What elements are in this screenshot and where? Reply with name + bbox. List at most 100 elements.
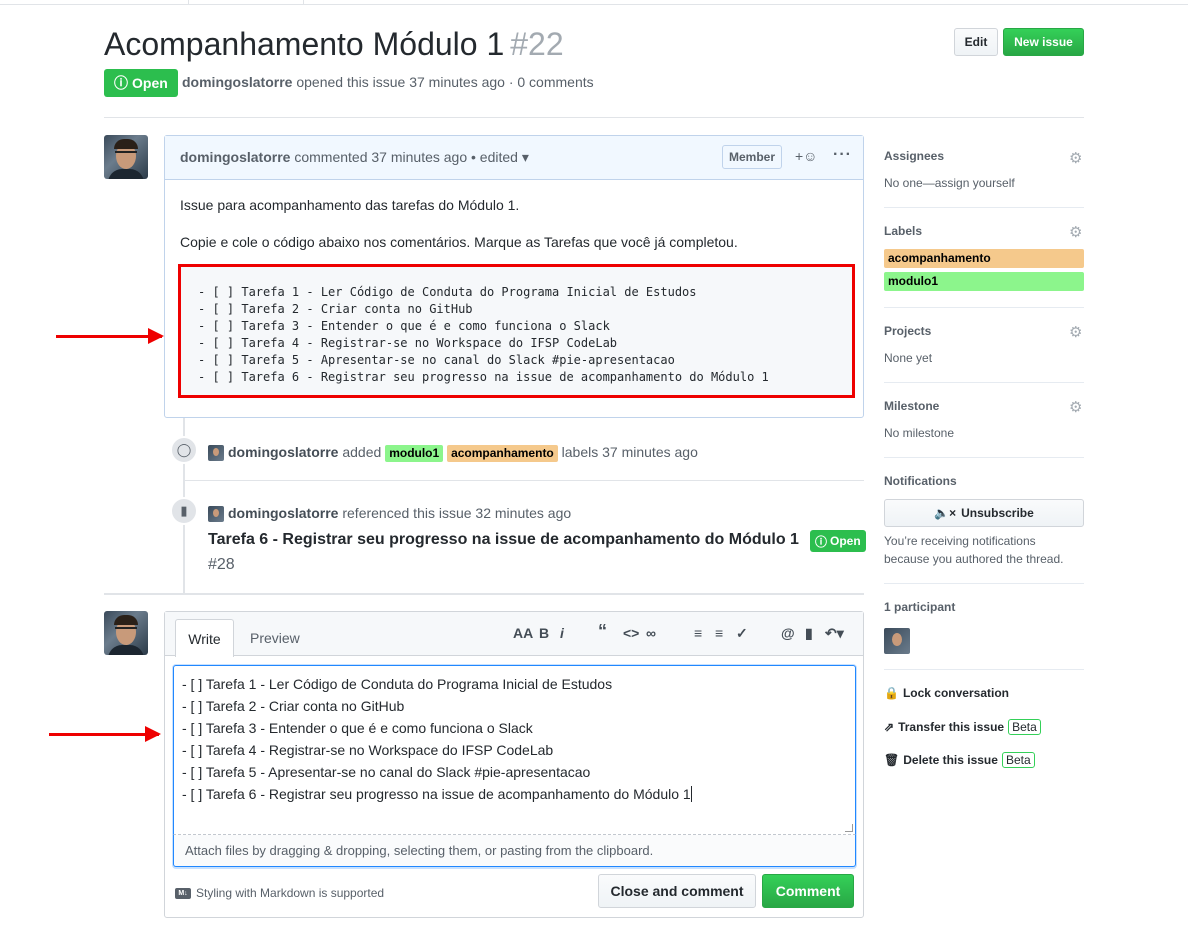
comment-author[interactable]: domingoslatorre: [180, 149, 290, 165]
new-issue-button[interactable]: New issue: [1003, 28, 1084, 56]
avatar[interactable]: [208, 506, 224, 522]
tag-icon: ◯: [170, 436, 198, 464]
avatar[interactable]: [208, 445, 224, 461]
participant-avatar[interactable]: [884, 628, 910, 654]
beta-badge: Beta: [1008, 719, 1041, 735]
participants-heading: 1 participant: [884, 600, 956, 614]
comment-button[interactable]: Comment: [762, 874, 854, 908]
assignees-heading[interactable]: Assignees: [884, 149, 944, 163]
label-modulo1[interactable]: modulo1: [385, 445, 444, 462]
quote-icon[interactable]: “: [598, 621, 607, 642]
sidebar-divider: [884, 457, 1084, 458]
labels-event: domingoslatorre added modulo1 acompanham…: [228, 444, 698, 462]
code-line: - [ ] Tarefa 1 - Ler Código de Conduta d…: [198, 285, 697, 299]
comment-paragraph: Issue para acompanhamento das tarefas do…: [180, 197, 520, 213]
tab-preview[interactable]: Preview: [250, 630, 300, 646]
textarea-line: - [ ] Tarefa 1 - Ler Código de Conduta d…: [182, 676, 613, 692]
chevron-down-icon[interactable]: ▾: [522, 149, 529, 165]
bold-icon[interactable]: B: [539, 625, 549, 641]
gear-icon[interactable]: ⚙: [1069, 149, 1082, 167]
referenced-issue-number[interactable]: #28: [208, 556, 235, 574]
timeline-divider: [184, 480, 864, 481]
referenced-issue-title[interactable]: Tarefa 6 - Registrar seu progresso na is…: [208, 531, 799, 549]
red-arrow-annotation: [56, 328, 164, 344]
unsubscribe-button[interactable]: 🔈× Unsubscribe: [884, 499, 1084, 527]
issue-title: Acompanhamento Módulo 1 #22: [104, 26, 564, 62]
code-line: - [ ] Tarefa 2 - Criar conta no GitHub: [198, 302, 473, 316]
unordered-list-icon[interactable]: ≡: [694, 625, 702, 641]
header-text-icon[interactable]: AA: [513, 625, 533, 641]
top-border: [0, 4, 1188, 5]
issue-opened-icon: ⓘ: [114, 75, 128, 91]
gear-icon[interactable]: ⚙: [1069, 223, 1082, 241]
gear-icon[interactable]: ⚙: [1069, 323, 1082, 341]
code-icon[interactable]: <>: [623, 625, 639, 641]
more-options-icon[interactable]: ···: [833, 146, 852, 164]
referenced-issue-state: ⓘ Open: [810, 530, 866, 552]
issue-number: #22: [510, 26, 564, 62]
text-caret: [690, 786, 692, 802]
member-badge: Member: [722, 145, 783, 169]
sidebar-divider: [884, 307, 1084, 308]
reference-event: domingoslatorre referenced this issue 32…: [228, 505, 572, 521]
event-author[interactable]: domingoslatorre: [228, 444, 338, 460]
header-divider: [104, 117, 1084, 118]
milestone-value: No milestone: [884, 426, 955, 440]
sidebar-divider: [884, 669, 1084, 670]
comment-textarea[interactable]: - [ ] Tarefa 1 - Ler Código de Conduta d…: [173, 665, 856, 835]
label-acompanhamento[interactable]: acompanhamento: [447, 445, 558, 462]
tab-write[interactable]: Write: [175, 619, 234, 657]
italic-icon[interactable]: i: [560, 625, 564, 641]
code-line: - [ ] Tarefa 6 - Registrar seu progresso…: [198, 370, 769, 384]
sidebar-label-acompanhamento[interactable]: acompanhamento: [884, 249, 1084, 268]
task-list-icon[interactable]: ✓: [736, 625, 748, 642]
transfer-icon: ⇗: [884, 720, 895, 734]
comment-paragraph: Copie e cole o código abaixo nos comentá…: [180, 234, 738, 250]
ordered-list-icon[interactable]: ≡: [715, 625, 723, 641]
trash-icon: 🗑: [884, 753, 900, 767]
repo-tab-fragment[interactable]: [188, 0, 304, 5]
markdown-icon: M↓: [175, 887, 191, 899]
issue-opened-icon: ⓘ: [815, 534, 828, 549]
lock-conversation-link[interactable]: 🔒 Lock conversation: [884, 686, 1009, 700]
textarea-line-last: - [ ] Tarefa 6 - Registrar seu progresso…: [182, 786, 692, 802]
close-and-comment-button[interactable]: Close and comment: [598, 874, 756, 908]
issue-comment: domingoslatorre commented 37 minutes ago…: [164, 135, 864, 418]
code-line: - [ ] Tarefa 5 - Apresentar-se no canal …: [198, 353, 675, 367]
editor-toolbar: Write Preview AA B i “ <> ∞ ≡ ≡ ✓ @ ▮ ↶▾: [165, 612, 863, 657]
avatar[interactable]: [104, 135, 148, 179]
avatar[interactable]: [104, 611, 148, 655]
bookmark-icon: ▮: [170, 497, 198, 525]
projects-heading[interactable]: Projects: [884, 324, 931, 338]
issue-state-badge: ⓘ Open: [104, 69, 178, 97]
add-reaction-icon[interactable]: +☺: [795, 148, 817, 164]
link-icon[interactable]: ∞: [646, 625, 656, 641]
assignees-value[interactable]: No one—assign yourself: [884, 176, 1015, 190]
attach-files-hint[interactable]: Attach files by dragging & dropping, sel…: [173, 835, 856, 867]
event-author[interactable]: domingoslatorre: [228, 505, 338, 521]
code-line: - [ ] Tarefa 4 - Registrar-se no Workspa…: [198, 336, 618, 350]
gear-icon[interactable]: ⚙: [1069, 398, 1082, 416]
notifications-reason: You’re receiving notifications: [884, 534, 1036, 548]
issue-meta: domingoslatorre opened this issue 37 min…: [182, 74, 594, 90]
sidebar-label-modulo1[interactable]: modulo1: [884, 272, 1084, 291]
notifications-heading: Notifications: [884, 474, 957, 488]
delete-issue-link[interactable]: 🗑 Delete this issue Beta: [884, 752, 1035, 768]
labels-heading[interactable]: Labels: [884, 224, 922, 238]
resize-handle[interactable]: [845, 824, 853, 832]
red-arrow-annotation: [49, 726, 161, 742]
author-link[interactable]: domingoslatorre: [182, 74, 292, 90]
textarea-line: - [ ] Tarefa 4 - Registrar-se no Workspa…: [182, 742, 554, 758]
edit-button[interactable]: Edit: [954, 28, 998, 56]
projects-value: None yet: [884, 351, 933, 365]
markdown-link[interactable]: Styling with Markdown is supported: [196, 886, 384, 900]
code-line: - [ ] Tarefa 3 - Entender o que é e como…: [198, 319, 610, 333]
reply-icon[interactable]: ↶▾: [825, 625, 844, 642]
mention-icon[interactable]: @: [781, 625, 795, 641]
saved-replies-icon[interactable]: ▮: [805, 625, 813, 642]
milestone-heading[interactable]: Milestone: [884, 399, 939, 413]
textarea-line: - [ ] Tarefa 2 - Criar conta no GitHub: [182, 698, 405, 714]
sidebar-divider: [884, 207, 1084, 208]
textarea-line: - [ ] Tarefa 3 - Entender o que é e como…: [182, 720, 533, 736]
transfer-issue-link[interactable]: ⇗ Transfer this issue Beta: [884, 719, 1041, 735]
